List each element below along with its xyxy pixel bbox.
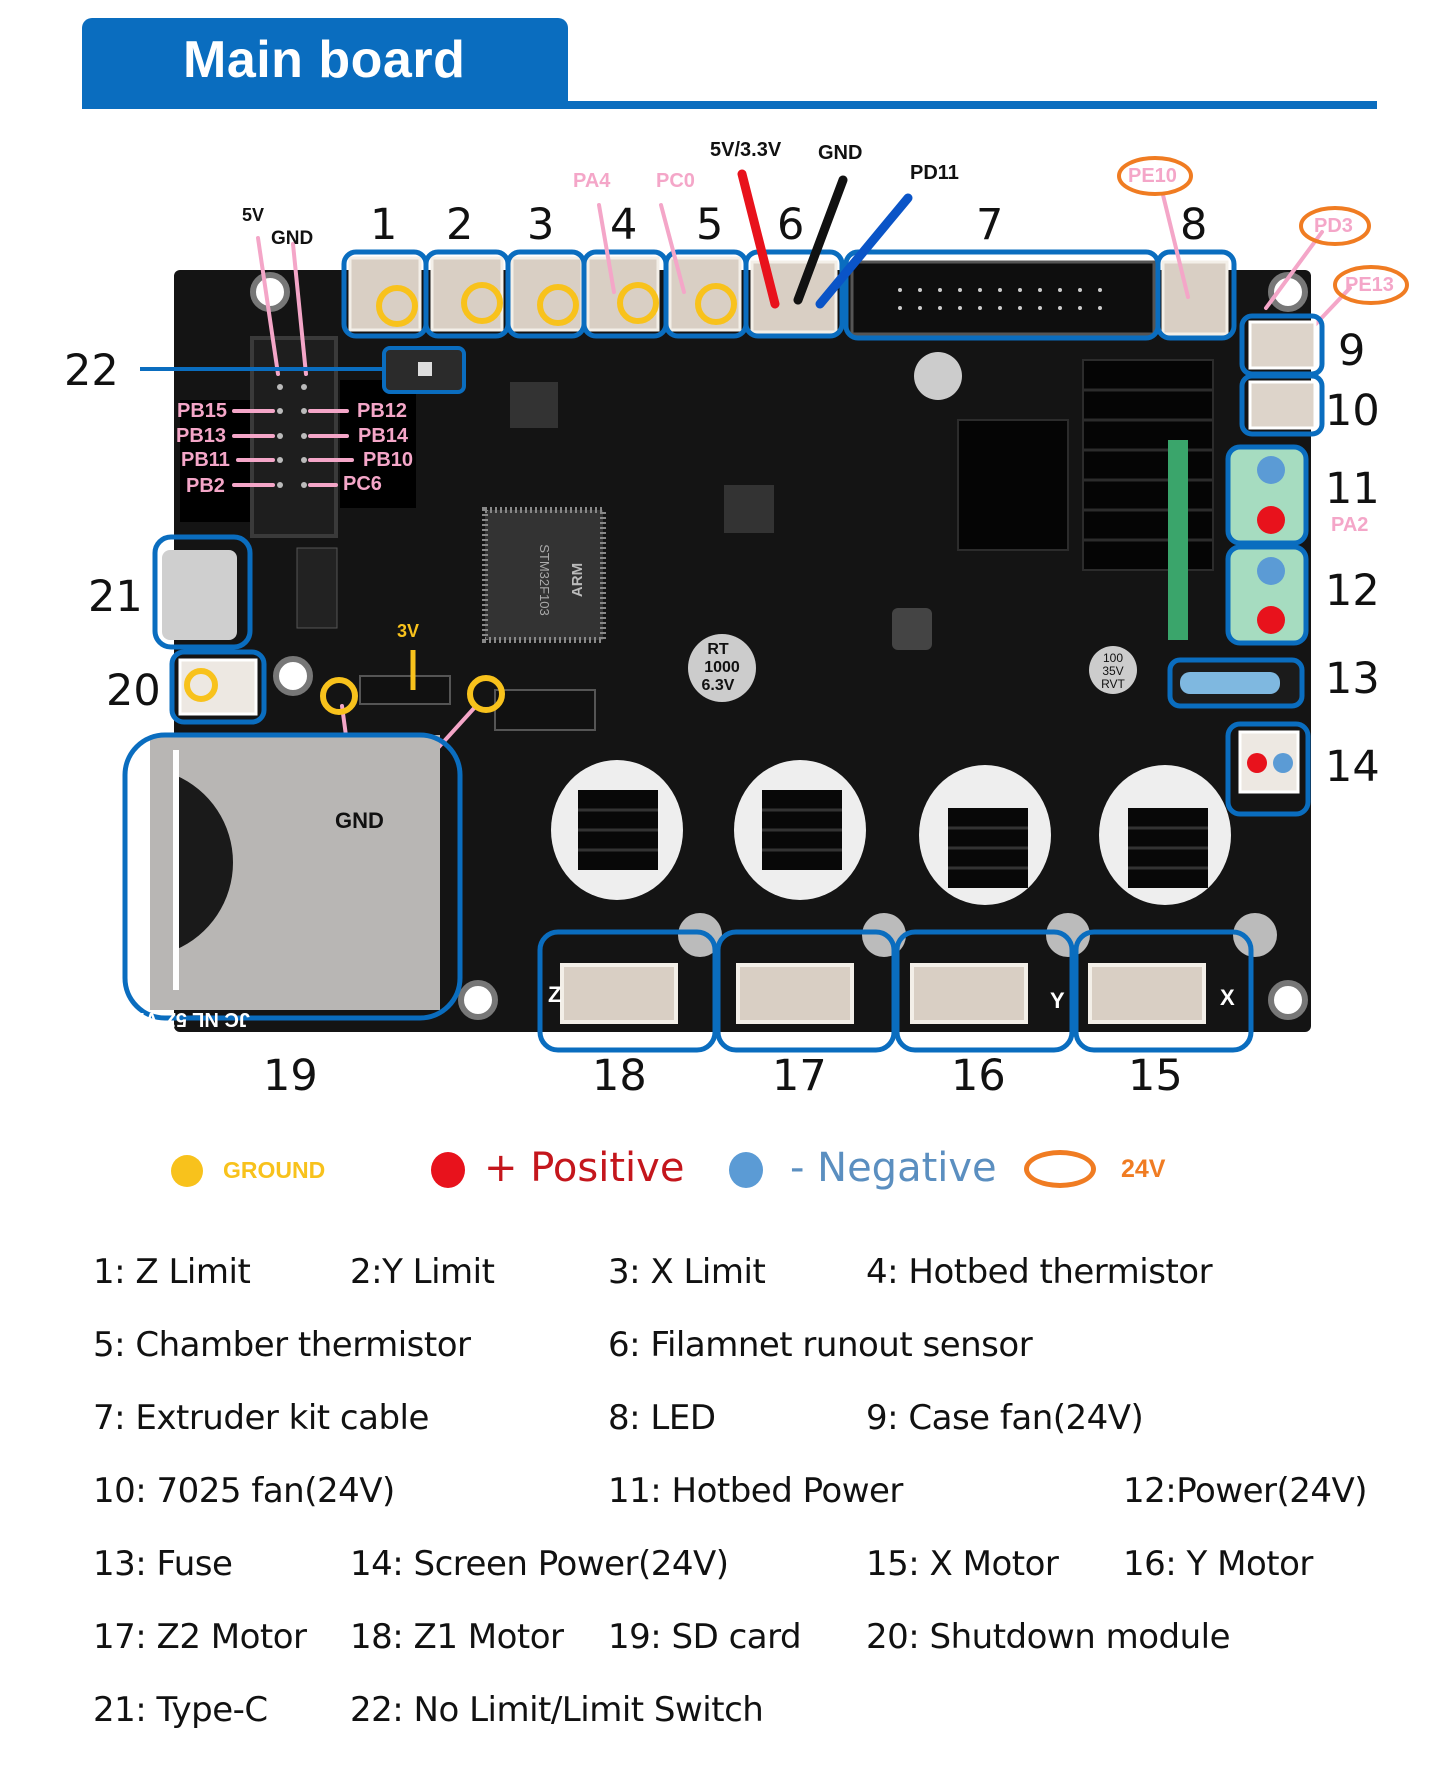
callout-number-18: 18 [592,1051,647,1101]
callout-number-8: 8 [1180,200,1208,250]
callout-number-9: 9 [1338,326,1366,376]
description-item: 9: Case fan(24V) [866,1398,1144,1438]
label-pe10: PE10 [1128,165,1177,187]
label-pd11: PD11 [910,162,959,184]
svg-text:1000: 1000 [704,659,740,676]
description-item: 12:Power(24V) [1123,1471,1368,1511]
callout-number-13: 13 [1325,654,1380,704]
callout-number-3: 3 [527,200,555,250]
legend-positive-label: + Positive [484,1145,685,1191]
callout-number-15: 15 [1128,1051,1183,1101]
callout-number-20: 20 [106,666,161,716]
legend-negative-label: - Negative [790,1145,997,1191]
svg-text:100: 100 [1103,651,1123,665]
svg-text:JC NL 5Z V1.1: JC NL 5Z V1.1 [117,1008,250,1030]
callout-number-7: 7 [976,200,1004,250]
label-header-5v: 5V [242,205,265,225]
label-pe13: PE13 [1345,274,1394,296]
callout-number-22: 22 [64,346,119,396]
label-pb12: PB12 [357,400,408,422]
board-diagram: STM32F103 ARM RT 1000 6.3V 100 35V RVT Z… [117,156,1409,1053]
legend-ground-label: GROUND [223,1157,326,1183]
description-item: 17: Z2 Motor [93,1617,307,1657]
label-sd-gnd: GND [335,808,384,833]
svg-text:6.3V: 6.3V [702,677,735,694]
label-pb10: PB10 [363,449,414,471]
svg-text:Y: Y [1050,988,1065,1013]
callout-number-16: 16 [951,1051,1006,1101]
description-item: 22: No Limit/Limit Switch [350,1690,764,1730]
svg-text:35V: 35V [1102,664,1123,678]
callout-number-17: 17 [772,1051,827,1101]
legend-24v-label: 24V [1121,1155,1166,1183]
usb-c-port [162,550,237,640]
description-item: 13: Fuse [93,1544,233,1584]
legend-24v-ring [1024,1150,1096,1188]
label-gnd-6: GND [818,142,863,164]
callout-number-12: 12 [1325,566,1380,616]
label-pa4: PA4 [573,170,611,192]
description-item: 6: Filamnet runout sensor [608,1325,1033,1365]
svg-text:Z: Z [548,982,561,1007]
svg-text:RT: RT [707,641,729,658]
description-item: 21: Type-C [93,1690,268,1730]
label-5v-3v3: 5V/3.3V [710,139,782,161]
label-pd3: PD3 [1314,215,1353,237]
callout-number-2: 2 [446,200,474,250]
description-item: 16: Y Motor [1123,1544,1313,1584]
description-item: 5: Chamber thermistor [93,1325,471,1365]
mcu-label: STM32F103 [537,544,552,616]
label-pb14: PB14 [358,425,409,447]
description-item: 19: SD card [608,1617,802,1657]
callout-number-14: 14 [1325,742,1380,792]
callout-number-6: 6 [777,200,805,250]
description-item: 3: X Limit [608,1252,766,1292]
description-item: 18: Z1 Motor [350,1617,564,1657]
callout-number-10: 10 [1325,386,1380,436]
legend-negative-dot [729,1152,763,1188]
capacitor-100uf [914,352,962,400]
label-pb11: PB11 [181,449,230,471]
description-item: 7: Extruder kit cable [93,1398,429,1438]
label-pc0: PC0 [656,170,695,192]
description-item: 15: X Motor [866,1544,1059,1584]
legend-ground-dot [171,1155,203,1187]
svg-text:X: X [1220,985,1235,1010]
description-item: 4: Hotbed thermistor [866,1252,1213,1292]
label-pa2: PA2 [1331,514,1369,536]
arm-label: ARM [569,563,586,597]
description-item: 10: 7025 fan(24V) [93,1471,395,1511]
label-pc6: PC6 [343,473,382,495]
svg-text:RVT: RVT [1101,677,1125,691]
label-3v: 3V [397,621,420,641]
callout-number-11: 11 [1325,464,1380,514]
description-item: 2:Y Limit [350,1252,495,1292]
label-pb2: PB2 [186,475,225,497]
callout-number-21: 21 [88,572,143,622]
description-item: 20: Shutdown module [866,1617,1231,1657]
callout-number-5: 5 [696,200,724,250]
description-item: 11: Hotbed Power [608,1471,903,1511]
connector-7 [850,260,1156,336]
description-item: 1: Z Limit [93,1252,251,1292]
label-pb13: PB13 [176,425,227,447]
callout-number-1: 1 [370,200,398,250]
description-item: 14: Screen Power(24V) [350,1544,729,1584]
label-header-gnd: GND [271,228,314,249]
label-pb15: PB15 [177,400,228,422]
callout-number-4: 4 [610,200,638,250]
description-item: 8: LED [608,1398,716,1438]
legend-positive-dot [431,1152,465,1188]
callout-number-19: 19 [263,1051,318,1101]
